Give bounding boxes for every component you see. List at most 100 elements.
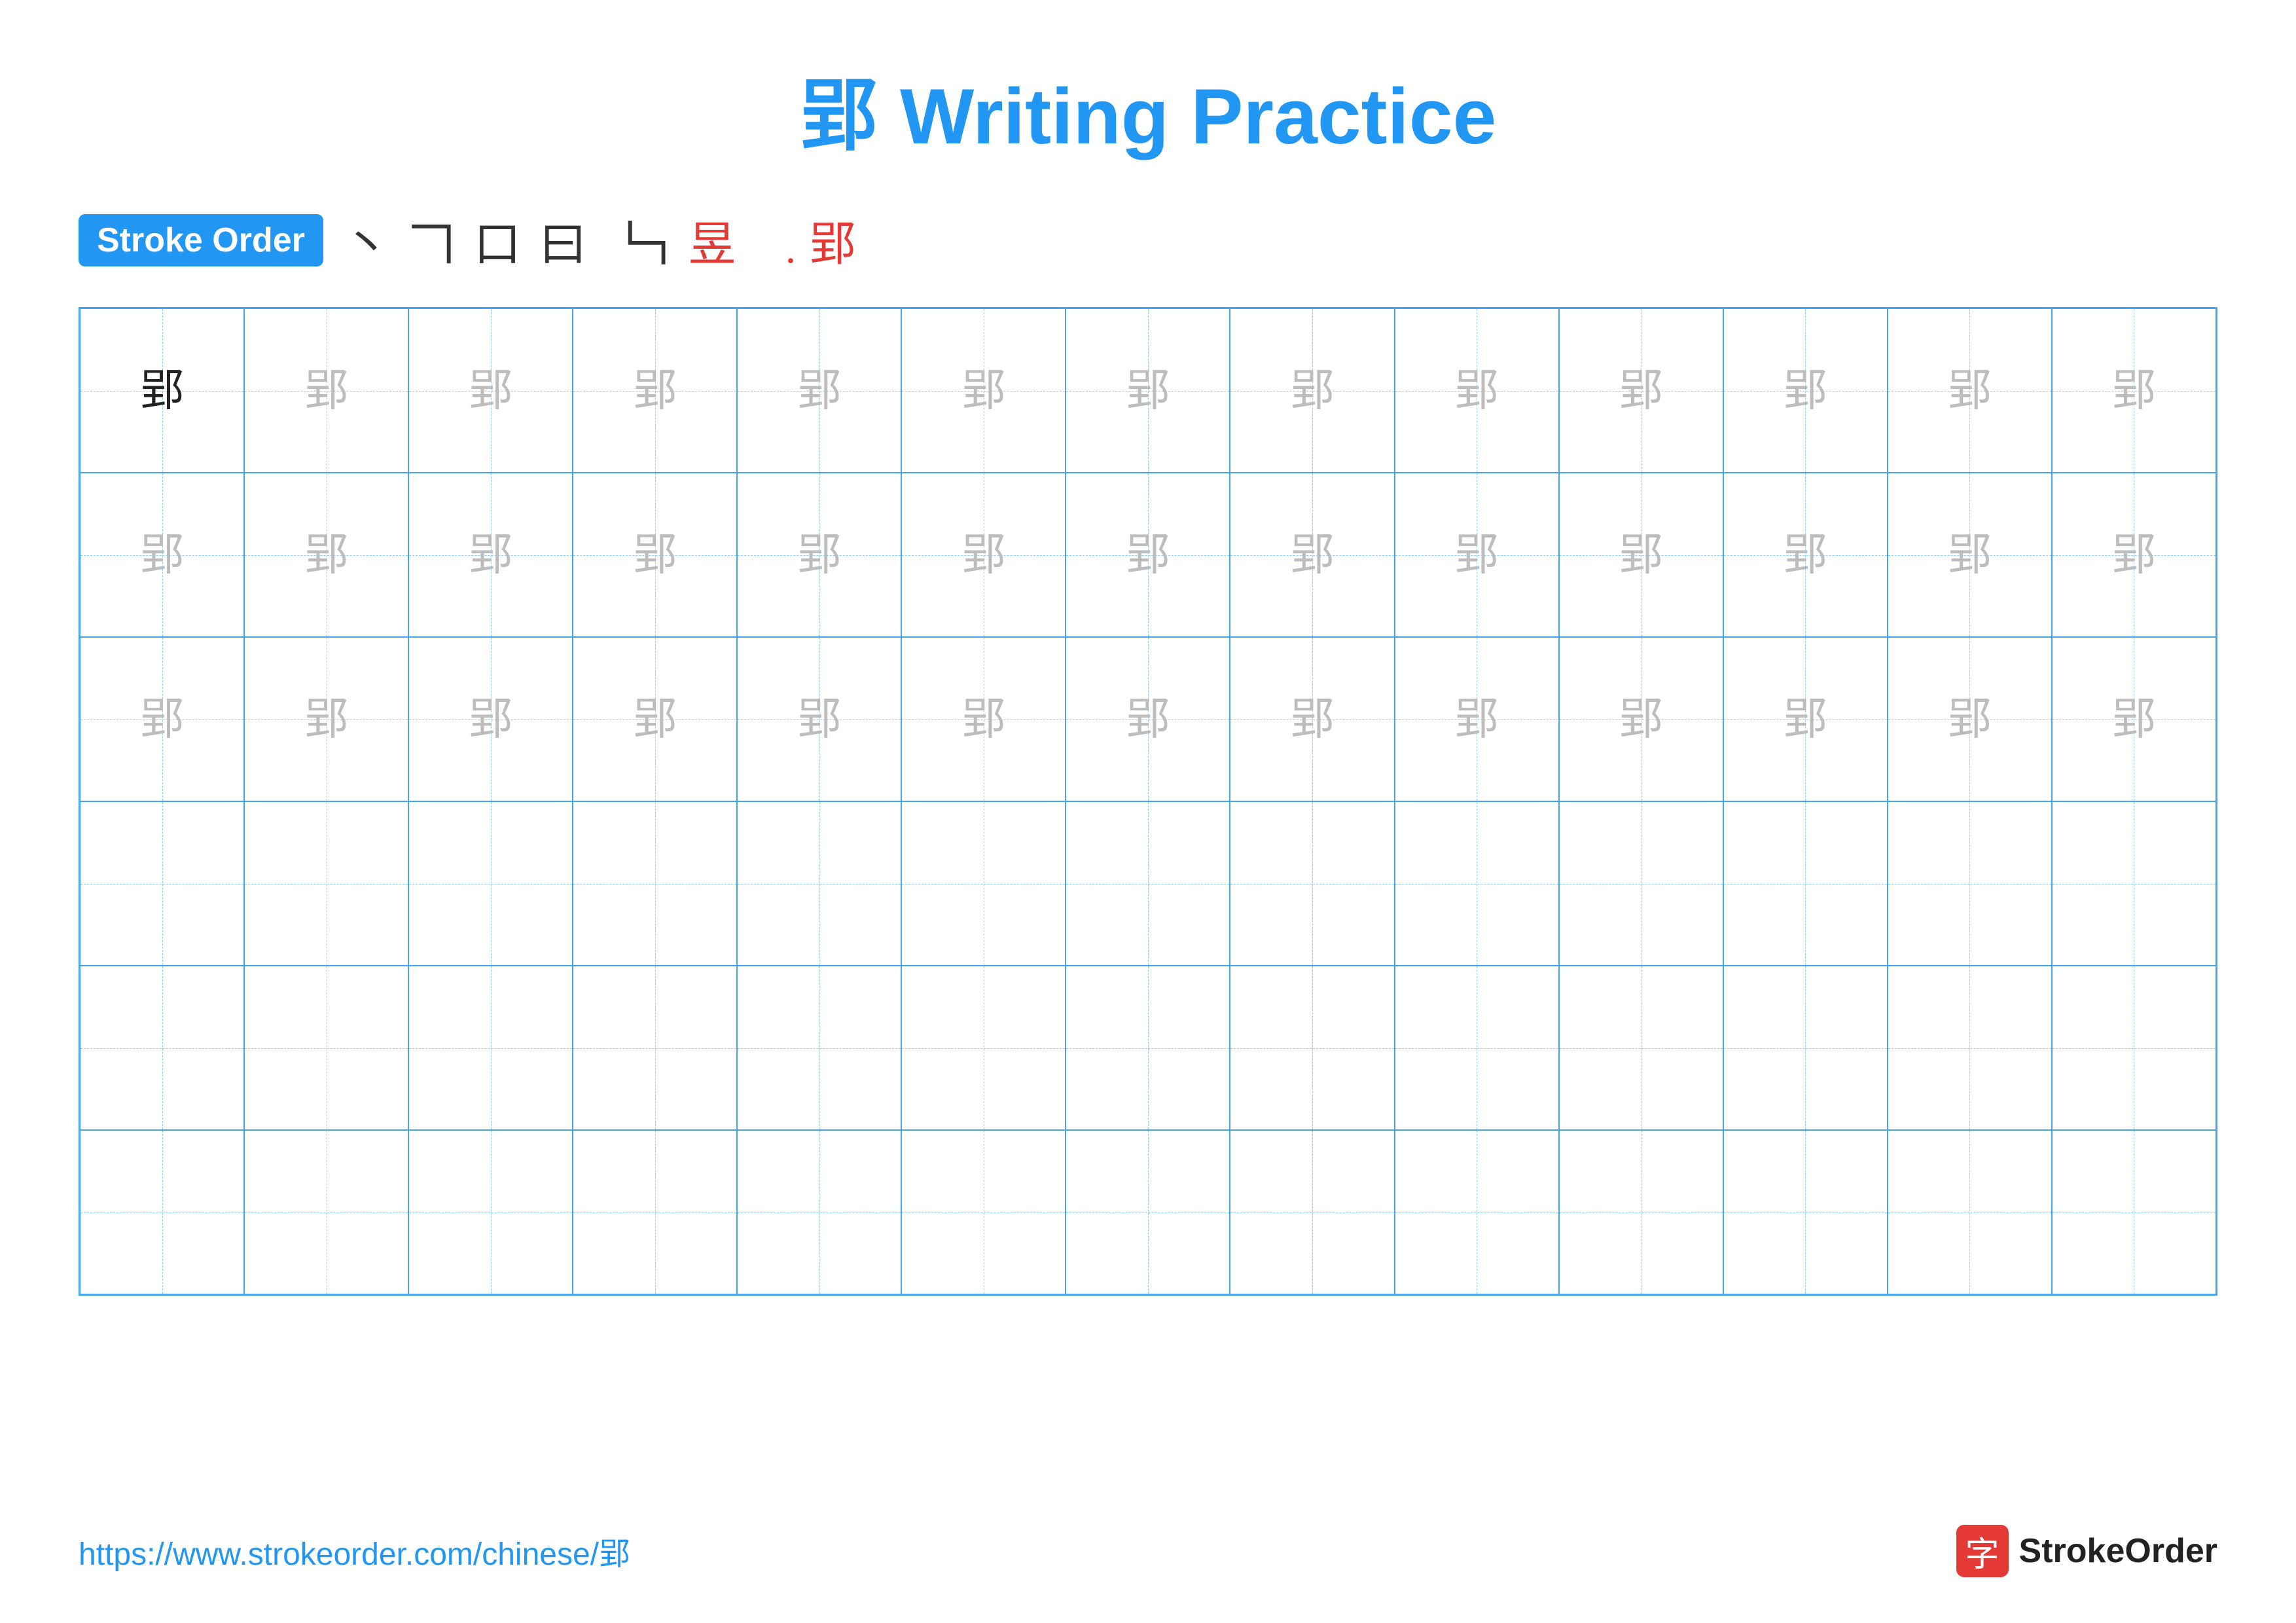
grid-cell[interactable] bbox=[408, 1130, 573, 1294]
grid-cell: 郢 bbox=[1723, 637, 1888, 801]
grid-cell: 郢 bbox=[737, 473, 901, 637]
grid-cell: 郢 bbox=[408, 473, 573, 637]
grid-cell[interactable] bbox=[901, 966, 1066, 1130]
grid-cell: 郢 bbox=[1723, 473, 1888, 637]
page-title: 郢 Writing Practice bbox=[79, 52, 2217, 166]
grid-cell[interactable] bbox=[901, 1130, 1066, 1294]
grid-cell: 郢 bbox=[901, 473, 1066, 637]
grid-cell[interactable] bbox=[244, 1130, 408, 1294]
grid-cell[interactable] bbox=[1559, 1130, 1723, 1294]
grid-cell[interactable] bbox=[80, 966, 244, 1130]
grid-cell: 郢 bbox=[1066, 308, 1230, 473]
grid-cell[interactable] bbox=[1723, 1130, 1888, 1294]
grid-cell[interactable] bbox=[1395, 966, 1559, 1130]
grid-cell: 郢 bbox=[408, 637, 573, 801]
grid-cell: 郢 bbox=[1395, 473, 1559, 637]
grid-cell: 郢 bbox=[1230, 308, 1394, 473]
footer-logo-text: StrokeOrder bbox=[2019, 1531, 2217, 1571]
grid-cell: 郢 bbox=[408, 308, 573, 473]
grid-cell: 郢 bbox=[901, 637, 1066, 801]
grid-row-3: 郢 郢 郢 郢 郢 郢 郢 郢 郢 郢 郢 郢 郢 bbox=[80, 637, 2216, 801]
grid-cell: 郢 bbox=[80, 637, 244, 801]
grid-cell: 郢 bbox=[1066, 473, 1230, 637]
grid-cell: 郢 bbox=[1888, 637, 2052, 801]
grid-cell: 郢 bbox=[1395, 637, 1559, 801]
grid-cell: 郢 bbox=[901, 308, 1066, 473]
grid-cell[interactable] bbox=[901, 801, 1066, 966]
grid-cell[interactable] bbox=[1723, 966, 1888, 1130]
grid-cell[interactable] bbox=[1888, 801, 2052, 966]
grid-cell: 郢 bbox=[2052, 308, 2216, 473]
grid-cell: 郢 bbox=[1230, 473, 1394, 637]
footer-logo: 字 StrokeOrder bbox=[1956, 1525, 2217, 1577]
grid-cell[interactable] bbox=[408, 966, 573, 1130]
grid-cell: 郢 bbox=[737, 637, 901, 801]
grid-cell[interactable] bbox=[737, 966, 901, 1130]
grid-cell: 郢 bbox=[2052, 473, 2216, 637]
grid-cell[interactable] bbox=[1230, 801, 1394, 966]
grid-cell: 郢 bbox=[573, 308, 737, 473]
grid-cell[interactable] bbox=[1066, 966, 1230, 1130]
grid-cell[interactable] bbox=[573, 966, 737, 1130]
grid-cell[interactable] bbox=[80, 801, 244, 966]
grid-cell: 郢 bbox=[80, 473, 244, 637]
grid-cell: 郢 bbox=[244, 637, 408, 801]
stroke-order-logo-icon: 字 bbox=[1956, 1525, 2009, 1577]
grid-row-4 bbox=[80, 801, 2216, 966]
grid-cell: 郢 bbox=[1230, 637, 1394, 801]
grid-cell: 郢 bbox=[1888, 473, 2052, 637]
grid-cell: 郢 bbox=[1066, 637, 1230, 801]
practice-grid: 郢 郢 郢 郢 郢 郢 郢 郢 郢 郢 郢 郢 郢 郢 郢 郢 郢 郢 郢 郢 … bbox=[79, 307, 2217, 1296]
grid-cell[interactable] bbox=[244, 966, 408, 1130]
grid-row-5 bbox=[80, 966, 2216, 1130]
grid-cell: 郢 bbox=[1723, 308, 1888, 473]
grid-cell: 郢 bbox=[1888, 308, 2052, 473]
grid-cell[interactable] bbox=[1559, 801, 1723, 966]
grid-cell: 郢 bbox=[1559, 637, 1723, 801]
grid-cell[interactable] bbox=[1395, 1130, 1559, 1294]
grid-cell: 郢 bbox=[244, 308, 408, 473]
grid-cell[interactable] bbox=[408, 801, 573, 966]
stroke-6: 𠃑 bbox=[623, 206, 670, 274]
grid-cell[interactable] bbox=[1395, 801, 1559, 966]
grid-cell[interactable] bbox=[573, 1130, 737, 1294]
grid-cell[interactable] bbox=[737, 1130, 901, 1294]
grid-cell[interactable] bbox=[2052, 801, 2216, 966]
grid-cell[interactable] bbox=[1230, 966, 1394, 1130]
stroke-order-row: Stroke Order 丶 𠃍 口 曰 𠃎 𠃑 昱 郢̣ 郢 bbox=[79, 206, 2217, 274]
grid-cell[interactable] bbox=[244, 801, 408, 966]
footer-url[interactable]: https://www.strokeorder.com/chinese/郢 bbox=[79, 1528, 630, 1574]
grid-cell[interactable] bbox=[2052, 1130, 2216, 1294]
grid-cell[interactable] bbox=[1230, 1130, 1394, 1294]
grid-cell[interactable] bbox=[1559, 966, 1723, 1130]
grid-cell: 郢 bbox=[1559, 308, 1723, 473]
stroke-2: 𠃍 bbox=[408, 206, 456, 274]
grid-cell: 郢 bbox=[737, 308, 901, 473]
grid-cell: 郢 bbox=[573, 473, 737, 637]
grid-cell: 郢 bbox=[1559, 473, 1723, 637]
grid-row-6 bbox=[80, 1130, 2216, 1294]
footer: https://www.strokeorder.com/chinese/郢 字 … bbox=[79, 1525, 2217, 1577]
stroke-sequence: 丶 𠃍 口 曰 𠃎 𠃑 昱 郢̣ 郢 bbox=[343, 206, 856, 274]
stroke-8: 郢̣ bbox=[754, 213, 791, 267]
stroke-1: 丶 bbox=[343, 206, 390, 274]
stroke-4: 曰 bbox=[539, 206, 586, 274]
grid-cell[interactable] bbox=[1888, 1130, 2052, 1294]
grid-cell[interactable] bbox=[1888, 966, 2052, 1130]
grid-cell[interactable] bbox=[1066, 801, 1230, 966]
grid-cell[interactable] bbox=[737, 801, 901, 966]
page: 郢 Writing Practice Stroke Order 丶 𠃍 口 曰 … bbox=[0, 0, 2296, 1623]
grid-cell[interactable] bbox=[2052, 966, 2216, 1130]
grid-cell: 郢 bbox=[244, 473, 408, 637]
stroke-9: 郢 bbox=[809, 206, 856, 274]
grid-cell[interactable] bbox=[80, 1130, 244, 1294]
grid-cell: 郢 bbox=[573, 637, 737, 801]
grid-cell[interactable] bbox=[1066, 1130, 1230, 1294]
grid-cell: 郢 bbox=[2052, 637, 2216, 801]
grid-cell[interactable] bbox=[1723, 801, 1888, 966]
grid-cell: 郢 bbox=[1395, 308, 1559, 473]
stroke-7: 昱 bbox=[689, 206, 736, 274]
stroke-order-badge: Stroke Order bbox=[79, 214, 323, 266]
grid-row-2: 郢 郢 郢 郢 郢 郢 郢 郢 郢 郢 郢 郢 郢 bbox=[80, 473, 2216, 637]
grid-cell[interactable] bbox=[573, 801, 737, 966]
